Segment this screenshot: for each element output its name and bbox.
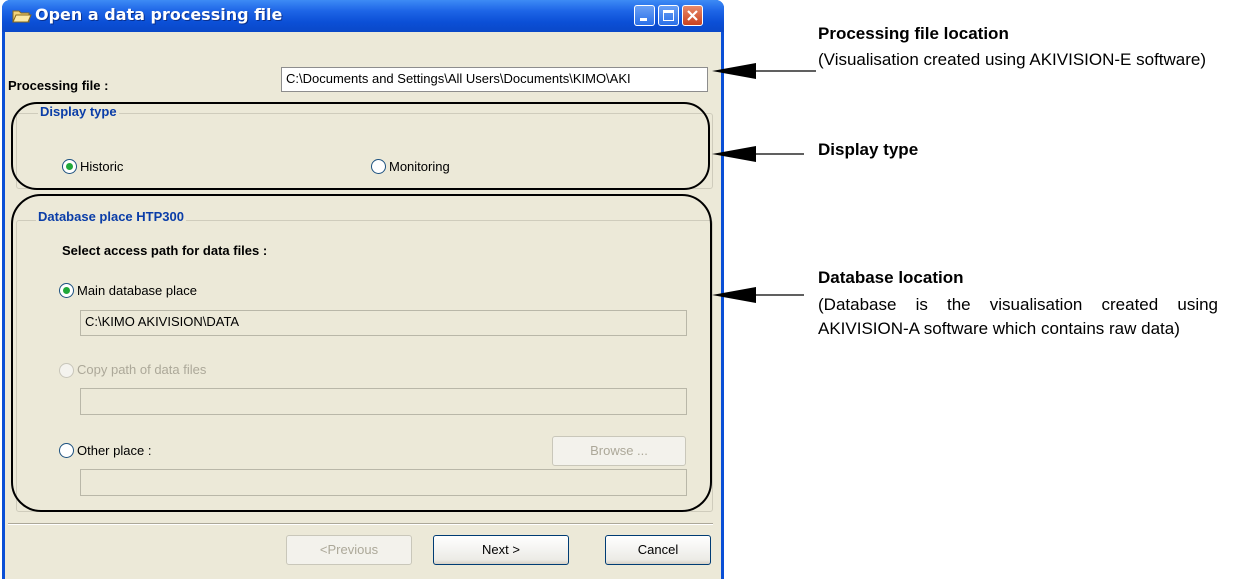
display-type-annotation-title: Display type <box>818 140 919 159</box>
processing-file-annotation-title: Processing file location <box>818 24 1009 43</box>
database-annotation-text: (Database is the visualisation created u… <box>818 295 1218 338</box>
database-arrow <box>712 287 804 303</box>
annotation-arrows <box>712 63 816 303</box>
processing-file-arrow <box>712 63 816 79</box>
database-annotation-title: Database location <box>818 268 964 287</box>
processing-file-annotation-text: (Visualisation created using AKIVISION-E… <box>818 50 1207 69</box>
display-type-arrow <box>712 146 804 162</box>
